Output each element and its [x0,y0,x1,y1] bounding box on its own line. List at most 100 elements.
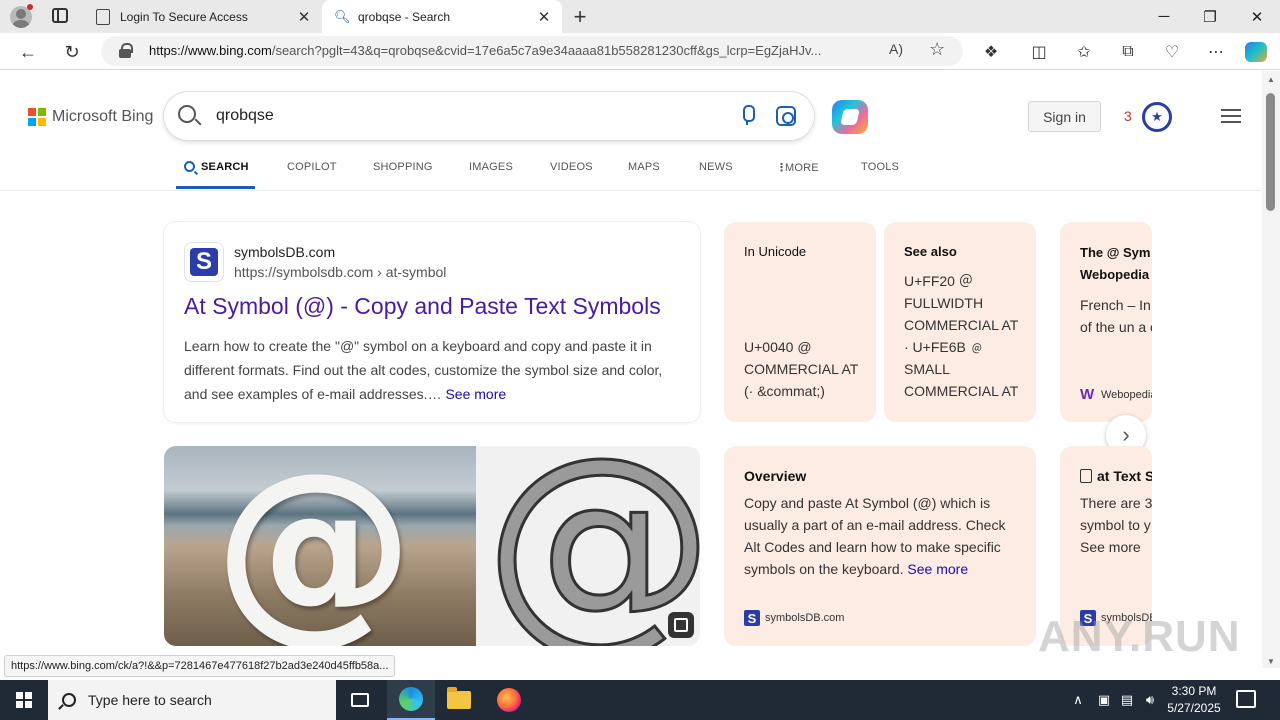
address-url[interactable]: https://www.bing.com/search?pglt=43&q=qr… [149,43,869,58]
favorite-star-icon[interactable]: ☆ [929,39,945,60]
see-more-link[interactable]: See more [907,561,968,577]
microsoft-logo-icon [28,108,46,126]
tab-close-button[interactable]: ✕ [294,8,314,26]
edge-icon [399,687,423,711]
card-heading: See also [904,244,957,259]
hamburger-menu-icon[interactable] [1221,109,1241,123]
back-arrow-icon[interactable]: ← [15,39,41,65]
tab-actions-icon[interactable] [52,8,68,23]
card-heading: The @ Sym Webopedia [1080,245,1151,282]
scope-label: MORE [785,162,819,174]
visual-search-icon[interactable] [776,106,796,126]
divider [0,190,1262,191]
taskbar-search-box[interactable]: Type here to search [48,680,336,720]
profile-notification-dot [27,4,33,10]
result-snippet: Learn how to create the "@" symbol on a … [184,334,684,406]
notification-center-icon[interactable] [1236,690,1256,708]
taskbar-file-explorer[interactable] [435,680,483,720]
see-also-card[interactable]: See also U+FF20 ＠ FULLWIDTH COMMERCIAL A… [884,222,1036,422]
symbolsdb-logo-icon[interactable]: S [184,242,224,282]
rewards-medal-icon[interactable]: ★ [1142,102,1172,132]
scope-images[interactable]: IMAGES [469,161,513,173]
card-body: French – In name of the un a comme [1080,297,1152,335]
browser-tab-strip: Login To Secure Access ✕ 🔍︎ qrobqse - Se… [0,0,1280,33]
image-carousel[interactable]: @ @ [164,446,700,646]
overview-card[interactable]: Overview Copy and paste At Symbol (@) wh… [724,446,1036,646]
split-screen-icon[interactable]: ◫ [1028,41,1050,63]
tray-device-icon[interactable]: ▣ [1094,680,1114,720]
task-view-button[interactable] [336,680,384,720]
source-name: symbolsDB.com [765,612,845,624]
brand-name: Microsoft Bing [52,108,154,125]
scope-search[interactable]: SEARCH [184,161,249,173]
maximize-button[interactable]: ❐ [1187,0,1233,33]
scope-videos[interactable]: VIDEOS [550,161,593,173]
card-source[interactable]: SsymbolsDB.com [744,610,844,626]
beach-at-symbol-image[interactable]: @ [164,446,476,646]
more-dots-icon: ⋮ [776,162,788,174]
search-box[interactable]: qrobqse [164,92,814,140]
card-heading: at Text S [1080,468,1152,484]
scope-maps[interactable]: MAPS [628,161,660,173]
copilot-sidebar-icon[interactable] [1245,42,1267,62]
glitter-at-symbol-image[interactable]: @ [476,446,700,646]
url-path: /search?pglt=43&q=qrobqse&cvid=17e6a5c7a… [271,43,822,58]
tray-volume-icon[interactable]: 🔊︎ [1140,680,1160,720]
scroll-down-arrow-icon[interactable]: ▼ [1267,657,1275,666]
card-body: There are 3 symbol to y [1080,495,1152,533]
page-scrollbar[interactable]: ▲ ▼ [1262,71,1280,668]
minimize-button[interactable]: ─ [1141,0,1187,33]
card-heading: In Unicode [744,244,807,259]
tray-network-icon[interactable]: ▤ [1117,680,1137,720]
webopedia-logo-icon: W [1080,386,1095,403]
webopedia-card[interactable]: The @ Sym Webopedia French – In name of … [1060,222,1152,422]
collections-icon[interactable]: ⧉ [1117,41,1139,63]
scope-copilot[interactable]: COPILOT [287,161,337,173]
microphone-icon[interactable] [741,105,755,125]
scope-tools[interactable]: TOOLS [861,161,899,173]
copilot-logo-icon[interactable] [832,100,868,134]
result-site-url[interactable]: https://symbolsdb.com › at-symbol [234,264,446,280]
search-icon[interactable] [178,105,196,123]
browser-essentials-icon[interactable]: ♡ [1161,41,1183,63]
scroll-up-arrow-icon[interactable]: ▲ [1267,75,1275,84]
result-site-name[interactable]: symbolsDB.com [234,244,335,260]
tray-overflow-chevron-icon[interactable]: ∧ [1068,680,1088,720]
bing-logo[interactable]: Microsoft Bing [28,108,153,126]
sign-in-button[interactable]: Sign in [1028,101,1101,132]
lock-icon[interactable] [119,43,133,58]
new-tab-button[interactable]: + [570,4,590,30]
search-input[interactable]: qrobqse [216,107,274,125]
anyrun-watermark: ANY.RUN [1038,612,1241,661]
see-more-link[interactable]: See more [1080,536,1141,558]
close-window-button[interactable]: ✕ [1234,0,1280,33]
favorites-icon[interactable]: ✩ [1073,41,1095,63]
scrollbar-thumb[interactable] [1266,93,1275,211]
expand-image-icon[interactable] [668,612,694,638]
source-name: Webopedia [1101,389,1152,401]
tab-login[interactable]: Login To Secure Access ✕ [84,0,322,33]
tab-close-button[interactable]: ✕ [534,8,554,26]
scope-shopping[interactable]: SHOPPING [373,161,433,173]
settings-more-icon[interactable]: ⋯ [1205,41,1227,63]
taskbar-edge[interactable] [387,680,435,720]
card-source[interactable]: W Webopedia [1080,386,1152,403]
result-title-link[interactable]: At Symbol (@) - Copy and Paste Text Symb… [184,293,661,320]
bing-results-page: Microsoft Bing qrobqse Sign in 3 ★ SEARC… [0,71,1262,668]
unicode-card[interactable]: In Unicode U+0040 @ COMMERCIAL AT (· &co… [724,222,876,422]
read-aloud-icon[interactable]: A) [889,41,903,57]
start-button[interactable] [0,680,48,720]
rewards-points[interactable]: 3 [1124,108,1132,124]
address-bar[interactable]: https://www.bing.com/search?pglt=43&q=qr… [101,36,963,66]
scope-news[interactable]: NEWS [699,161,733,173]
scope-more[interactable]: ⋮MORE [776,161,819,174]
taskbar-clock[interactable]: 3:30 PM 5/27/2025 [1162,683,1226,717]
url-host: https://www.bing.com [149,43,272,58]
bing-search-tab-icon: 🔍︎ [334,8,351,24]
search-result-card: S symbolsDB.com https://symbolsdb.com › … [164,222,700,422]
see-more-link[interactable]: See more [445,386,506,402]
extensions-icon[interactable]: ❖ [980,41,1002,63]
taskbar-firefox[interactable] [485,680,533,720]
tab-search[interactable]: 🔍︎ qrobqse - Search ✕ [322,0,562,33]
refresh-icon[interactable]: ↻ [59,39,85,65]
